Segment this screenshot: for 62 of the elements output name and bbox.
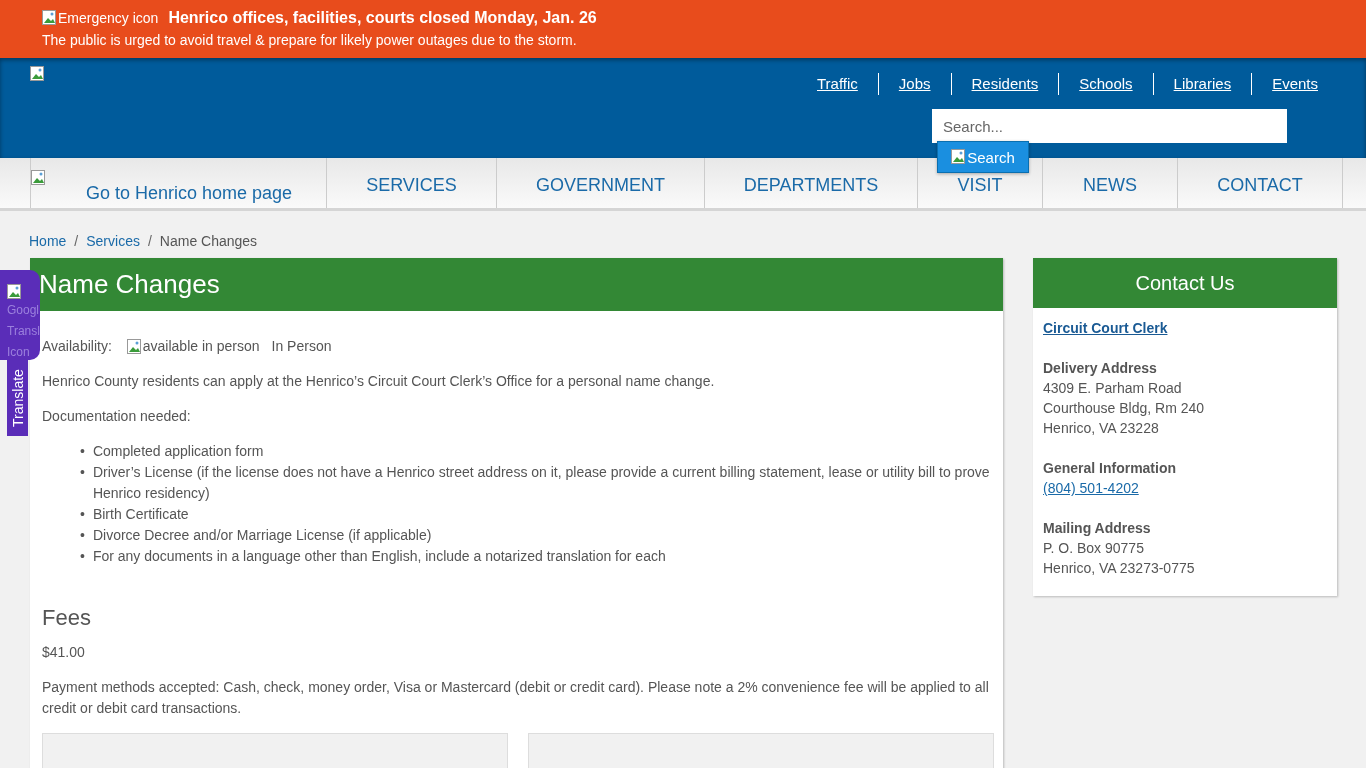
list-item: Birth Certificate: [92, 505, 189, 524]
broken-image-icon: [42, 10, 58, 26]
alert-title: Henrico offices, facilities, courts closed Monday, Jan. 26: [168, 9, 597, 27]
image-alt-text: Googl: [7, 302, 40, 319]
search-field[interactable]: Search...: [932, 109, 1287, 143]
availability-value: In Person: [271, 337, 332, 356]
availability-label: Availability:: [42, 337, 112, 356]
address-line: Henrico, VA 23228: [1043, 419, 1160, 438]
address-line: Henrico, VA 23273-0775: [1043, 559, 1196, 578]
translate-button[interactable]: Translate: [7, 360, 28, 436]
bullet: •: [80, 526, 85, 545]
office-link[interactable]: Circuit Court Clerk: [1043, 320, 1168, 336]
header-link[interactable]: Libraries: [1152, 73, 1252, 95]
nav-item[interactable]: SERVICES: [366, 172, 457, 194]
header-link[interactable]: Residents: [950, 73, 1059, 95]
contact-heading: Mailing Address: [1043, 519, 1152, 538]
broken-image-icon: [30, 65, 46, 82]
breadcrumb-current: Name Changes: [159, 233, 258, 251]
nav-item[interactable]: DEPARTMENTS: [743, 172, 879, 194]
nav-item[interactable]: VISIT: [957, 172, 1003, 194]
bullet: •: [80, 463, 85, 482]
intro-text: Henrico County residents can apply at the Henrico’s Circuit Court Clerk’s Office for a personal name change.: [42, 372, 716, 391]
image-alt-text: Icon: [7, 344, 30, 361]
section-heading: Fees: [42, 607, 92, 628]
broken-image-icon: [126, 338, 143, 355]
header-link[interactable]: Traffic: [797, 73, 878, 95]
image-alt-text: available in person: [142, 337, 260, 356]
header-link[interactable]: Jobs: [877, 73, 951, 95]
image-alt-text: Transl: [7, 323, 40, 340]
bullet: •: [80, 442, 85, 461]
search-button[interactable]: Search: [937, 141, 1029, 173]
header-link[interactable]: Events: [1251, 73, 1338, 95]
nav-item[interactable]: CONTACT: [1217, 172, 1303, 194]
docs-label: Documentation needed:: [42, 407, 192, 426]
header-link[interactable]: Schools: [1058, 73, 1153, 95]
alert-message: The public is urged to avoid travel & prepare for likely power outages due to the storm.: [42, 32, 578, 48]
list-item: Divorce Decree and/or Marriage License (if applicable): [92, 526, 432, 545]
breadcrumb-separator: /: [147, 233, 152, 251]
address-line: 4309 E. Parham Road: [1043, 379, 1183, 398]
list-item: Driver’s License (if the license does not have a Henrico street address on it, please provide a current billing statement, lease or utility bill to prove Henrico residency): [92, 463, 991, 503]
home-link[interactable]: Go to Henrico home page: [86, 184, 326, 202]
bullet: •: [80, 547, 85, 566]
address-line: Courthouse Bldg, Rm 240: [1043, 399, 1206, 418]
nav-item[interactable]: NEWS: [1083, 172, 1137, 194]
broken-image-icon: [951, 149, 968, 165]
contact-title: Contact Us: [1033, 258, 1337, 308]
fee-amount: $41.00: [42, 643, 86, 662]
list-item: Completed application form: [92, 442, 264, 461]
image-alt-text: Emergency icon: [58, 10, 159, 26]
address-line: P. O. Box 90775: [1043, 539, 1145, 558]
payment-text: Payment methods accepted: Cash, check, money order, Visa or Mastercard (debit or credit card). Please note a 2% convenience fee will be applied to all credit or debit card transactions.: [42, 678, 990, 718]
nav-item[interactable]: GOVERNMENT: [536, 172, 665, 194]
breadcrumb-link[interactable]: Services: [86, 233, 140, 258]
phone-link[interactable]: (804) 501-4202: [1043, 480, 1139, 496]
contact-heading: General Information: [1043, 459, 1178, 478]
bullet: •: [80, 505, 85, 524]
breadcrumb-link[interactable]: Home: [29, 233, 67, 258]
broken-image-icon: [7, 284, 23, 300]
breadcrumb-separator: /: [74, 233, 79, 251]
broken-image-icon: [31, 170, 47, 186]
contact-heading: Delivery Address: [1043, 359, 1158, 378]
list-item: For any documents in a language other than English, include a notarized translation for each: [92, 547, 666, 566]
